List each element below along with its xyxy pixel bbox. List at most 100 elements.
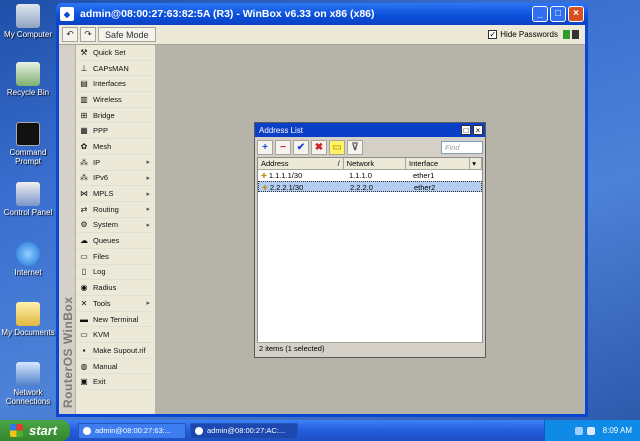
sidebar-item-bridge[interactable]: ⊞ Bridge bbox=[76, 108, 155, 124]
sidebar-item-label: Quick Set bbox=[93, 47, 126, 57]
window-titlebar[interactable]: ◆ admin@08:00:27:63:82:5A (R3) - WinBox … bbox=[56, 3, 588, 25]
column-header-network[interactable]: Network bbox=[344, 158, 406, 169]
address-list-close-button[interactable]: × bbox=[473, 125, 483, 135]
radius-icon: ◉ bbox=[80, 283, 88, 293]
taskbar-button[interactable]: admin@08:00:27:AC:... bbox=[190, 422, 298, 439]
sidebar-item-label: New Terminal bbox=[93, 314, 139, 324]
taskbar-button[interactable]: admin@08:00:27:63:... bbox=[78, 422, 186, 439]
find-input[interactable]: Find bbox=[441, 140, 483, 154]
sidebar-item-wireless[interactable]: ▥ Wireless bbox=[76, 92, 155, 108]
column-label: Address bbox=[261, 159, 289, 168]
sidebar-item-capsman[interactable]: ⊥ CAPsMAN bbox=[76, 61, 155, 77]
safe-mode-button[interactable]: Safe Mode bbox=[98, 27, 156, 42]
start-button[interactable]: start bbox=[0, 420, 70, 441]
sidebar-item-label: Routing bbox=[93, 204, 119, 214]
system-icon: ⚙ bbox=[80, 220, 88, 230]
files-icon: ▭ bbox=[80, 251, 88, 261]
undo-button[interactable]: ↶ bbox=[62, 27, 78, 42]
desktop-icon-network-connections[interactable]: Network Connections bbox=[0, 362, 56, 406]
sidebar-item-mesh[interactable]: ✿ Mesh bbox=[76, 139, 155, 155]
sidebar-item-routing[interactable]: ⇄ Routing ▸ bbox=[76, 202, 155, 218]
quickset-icon: ⚒ bbox=[80, 47, 88, 57]
vertical-brand-strip: RouterOS WinBox bbox=[59, 45, 76, 414]
sidebar-item-ipv6[interactable]: ⁂ IPv6 ▸ bbox=[76, 171, 155, 187]
sidebar-item-new-terminal[interactable]: ▬ New Terminal bbox=[76, 312, 155, 328]
status-bar: 2 items (1 selected) bbox=[257, 342, 483, 355]
sidebar-item-label: Bridge bbox=[93, 110, 115, 120]
table-row[interactable]: ✚ 1.1.1.1/30 1.1.1.0 ether1 bbox=[258, 170, 482, 181]
sidebar-item-kvm[interactable]: ▭ KVM bbox=[76, 327, 155, 344]
interfaces-icon: ▤ bbox=[80, 79, 88, 89]
sidebar-item-label: Queues bbox=[93, 236, 120, 246]
restore-button[interactable]: □ bbox=[461, 125, 471, 135]
sidebar-item-make-supout-rif[interactable]: ▪ Make Supout.rif bbox=[76, 343, 155, 359]
column-header-address[interactable]: Address / bbox=[258, 158, 344, 169]
sidebar-item-radius[interactable]: ◉ Radius bbox=[76, 280, 155, 296]
redo-button[interactable]: ↷ bbox=[80, 27, 96, 42]
address-list-titlebar[interactable]: Address List □ × bbox=[255, 123, 485, 137]
sidebar-item-log[interactable]: ▯ Log bbox=[76, 265, 155, 281]
address-icon: ✚ bbox=[262, 185, 268, 192]
sidebar-item-label: Mesh bbox=[93, 141, 112, 151]
enable-button[interactable]: ✔ bbox=[293, 139, 309, 155]
table-row[interactable]: ✚ 2.2.2.1/30 2.2.2.0 ether2 bbox=[258, 181, 482, 192]
bridge-icon: ⊞ bbox=[80, 110, 88, 120]
desktop-icon-control-panel[interactable]: Control Panel bbox=[0, 182, 56, 217]
capsman-icon: ⊥ bbox=[80, 63, 88, 73]
sidebar-item-label: IPv6 bbox=[93, 173, 109, 183]
sidebar-item-exit[interactable]: ▣ Exit bbox=[76, 374, 155, 391]
close-button[interactable]: × bbox=[568, 6, 584, 22]
sidebar-item-quick-set[interactable]: ⚒ Quick Set bbox=[76, 45, 155, 61]
sidebar-item-label: Exit bbox=[93, 377, 106, 387]
table-header: Address / Network Interface ▾ bbox=[258, 158, 482, 170]
volume-tray-icon[interactable] bbox=[586, 426, 595, 435]
sidebar-item-tools[interactable]: ✕ Tools ▸ bbox=[76, 296, 155, 312]
minimize-button[interactable]: _ bbox=[532, 6, 548, 22]
sidebar-item-ip[interactable]: ⁂ IP ▸ bbox=[76, 155, 155, 171]
desktop-icon-command-prompt[interactable]: Command Prompt bbox=[0, 122, 56, 166]
add-button[interactable]: + bbox=[257, 139, 273, 155]
window-client: ↶ ↷ Safe Mode ✓ Hide Passwords RouterOS … bbox=[59, 25, 585, 414]
sidebar-item-ppp[interactable]: ▦ PPP bbox=[76, 123, 155, 140]
cell-network: 2.2.2.0 bbox=[350, 183, 373, 192]
sidebar-item-label: Make Supout.rif bbox=[93, 345, 146, 355]
disable-button[interactable]: ✖ bbox=[311, 139, 327, 155]
sidebar-item-label: IP bbox=[93, 157, 101, 167]
maximize-button[interactable]: □ bbox=[550, 6, 566, 22]
ipv6-icon: ⁂ bbox=[80, 173, 88, 183]
sidebar-item-label: System bbox=[93, 220, 119, 230]
sidebar-item-system[interactable]: ⚙ System ▸ bbox=[76, 218, 155, 234]
sidebar-item-label: KVM bbox=[93, 330, 110, 340]
workspace: Address List □ × + − ✔ ✖ ▭ ⊽ Find Addres… bbox=[156, 45, 585, 414]
hide-passwords-checkbox[interactable]: ✓ bbox=[488, 30, 498, 39]
desktop-icon-my-documents[interactable]: My Documents bbox=[0, 302, 56, 337]
winbox-app-icon: ◆ bbox=[60, 7, 74, 21]
submenu-arrow-icon: ▸ bbox=[146, 300, 150, 308]
address-table: Address / Network Interface ▾ ✚ 1.1.1.1/30… bbox=[257, 157, 483, 343]
desktop-icon-internet[interactable]: Internet bbox=[0, 242, 56, 277]
desktop-icon-label: Recycle Bin bbox=[6, 88, 50, 97]
clock: 8:09 AM bbox=[602, 426, 632, 435]
filter-button[interactable]: ⊽ bbox=[347, 139, 363, 155]
desktop-icon-recycle-bin[interactable]: Recycle Bin bbox=[0, 62, 56, 97]
sidebar-item-files[interactable]: ▭ Files bbox=[76, 249, 155, 265]
sidebar-item-interfaces[interactable]: ▤ Interfaces bbox=[76, 76, 155, 93]
taskbar: start admin@08:00:27:63:... admin@08:00:… bbox=[0, 420, 640, 441]
network-tray-icon[interactable] bbox=[574, 426, 583, 435]
column-menu-button[interactable]: ▾ bbox=[470, 158, 482, 169]
desktop-icon-my-computer[interactable]: My Computer bbox=[0, 4, 56, 39]
column-header-interface[interactable]: Interface bbox=[406, 158, 471, 169]
sidebar-item-manual[interactable]: ◍ Manual bbox=[76, 359, 155, 375]
remove-button[interactable]: − bbox=[275, 139, 291, 155]
desktop-icon-label: Internet bbox=[14, 268, 42, 277]
sidebar-item-mpls[interactable]: ⋈ MPLS ▸ bbox=[76, 186, 155, 202]
sort-indicator: / bbox=[337, 159, 340, 168]
sidebar-item-label: MPLS bbox=[93, 189, 114, 199]
routing-icon: ⇄ bbox=[80, 204, 88, 214]
sidebar-item-queues[interactable]: ☁ Queues bbox=[76, 233, 155, 249]
hide-passwords-toggle[interactable]: ✓ Hide Passwords bbox=[488, 30, 582, 39]
address-list-window: Address List □ × + − ✔ ✖ ▭ ⊽ Find Addres… bbox=[254, 122, 486, 358]
winbox-window: ◆ admin@08:00:27:63:82:5A (R3) - WinBox … bbox=[56, 3, 588, 417]
mpls-icon: ⋈ bbox=[80, 189, 88, 199]
comment-button[interactable]: ▭ bbox=[329, 139, 345, 155]
